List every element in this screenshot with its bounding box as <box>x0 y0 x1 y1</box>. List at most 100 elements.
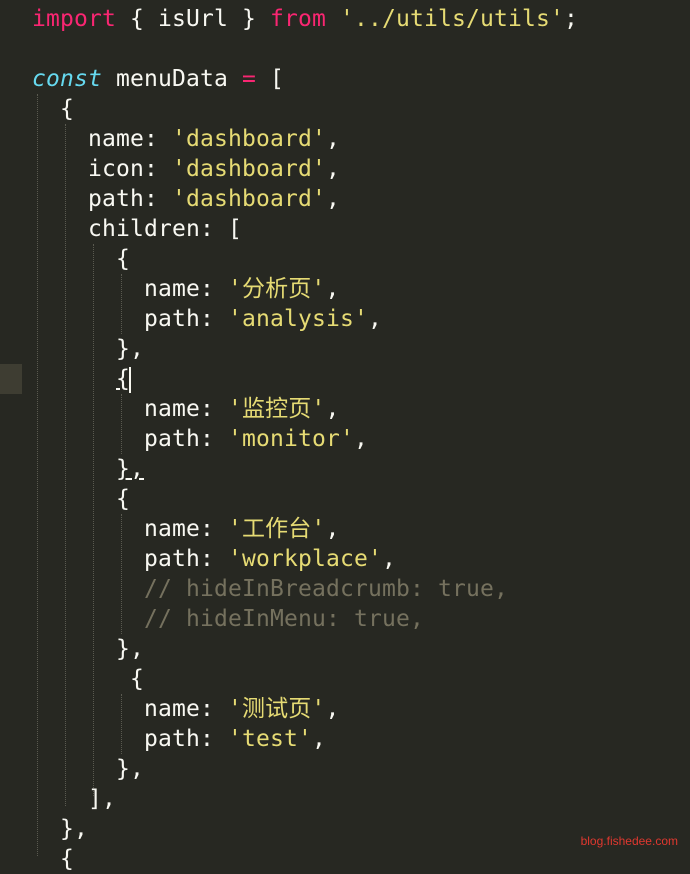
comma: , <box>325 516 340 542</box>
comment-text: hideInMenu: true, <box>186 606 424 632</box>
current-line-marker <box>0 364 22 394</box>
string-value: 'dashboard' <box>171 156 326 182</box>
string-value: '分析页' <box>227 276 326 302</box>
comma: , <box>367 306 382 332</box>
code-line: { <box>116 484 130 514</box>
object-open: { <box>60 846 74 872</box>
code-line: path: 'test', <box>144 724 326 754</box>
comma: , <box>353 426 368 452</box>
property-key: name: <box>144 696 228 722</box>
object-close: }, <box>116 636 144 662</box>
property-key: path: <box>144 546 228 572</box>
text-cursor <box>129 366 131 393</box>
import-brace-close: } <box>227 6 270 32</box>
property-key: name: <box>88 126 172 152</box>
code-line: name: '工作台', <box>144 514 339 544</box>
code-line: path: 'monitor', <box>144 424 368 454</box>
property-key: path: <box>88 186 172 212</box>
assign-operator: = <box>241 66 256 92</box>
semicolon: ; <box>563 6 578 32</box>
code-line: { <box>60 94 74 124</box>
array-open: [ <box>255 66 284 92</box>
comment-slash: // <box>144 606 186 632</box>
code-line-comment: // hideInBreadcrumb: true, <box>144 574 508 604</box>
string-value: 'analysis' <box>227 306 368 332</box>
property-key: name: <box>144 396 228 422</box>
code-line: name: '测试页', <box>144 694 339 724</box>
string-value: '测试页' <box>227 696 326 722</box>
object-open: { <box>116 246 130 272</box>
comma: , <box>381 546 396 572</box>
code-line: const menuData = [ <box>32 64 284 94</box>
watermark: blog.fishedee.com <box>580 834 678 848</box>
code-line: path: 'workplace', <box>144 544 396 574</box>
code-line: path: 'analysis', <box>144 304 382 334</box>
code-line: }, <box>60 814 88 844</box>
code-line: { <box>116 244 130 274</box>
indent-guide <box>121 694 122 754</box>
code-line-comment: // hideInMenu: true, <box>144 604 424 634</box>
object-close: }, <box>116 756 144 782</box>
gutter <box>0 0 22 856</box>
code-line: import { isUrl } from '../utils/utils'; <box>32 4 578 34</box>
comma: , <box>325 696 340 722</box>
string-value: '工作台' <box>227 516 326 542</box>
string-value: 'dashboard' <box>171 126 326 152</box>
object-close: }, <box>60 816 88 842</box>
property-key: path: <box>144 726 228 752</box>
code-editor[interactable]: import { isUrl } from '../utils/utils'; … <box>0 0 690 872</box>
import-identifier: isUrl <box>157 6 228 32</box>
indent-guide <box>121 514 122 634</box>
string-value: 'workplace' <box>227 546 382 572</box>
code-line: }, <box>116 634 144 664</box>
object-open: { <box>116 486 130 512</box>
import-path-string: '../utils/utils' <box>339 6 564 32</box>
property-key: path: <box>144 306 228 332</box>
const-keyword: const <box>32 66 102 92</box>
variable-name: menuData <box>102 66 242 92</box>
object-open: { <box>130 666 144 692</box>
code-line: icon: 'dashboard', <box>88 154 340 184</box>
code-line: name: '分析页', <box>144 274 339 304</box>
string-value: 'dashboard' <box>171 186 326 212</box>
code-line-current: { <box>116 364 131 394</box>
property-key: path: <box>144 426 228 452</box>
property-key: name: <box>144 516 228 542</box>
property-key: name: <box>144 276 228 302</box>
string-value: '监控页' <box>227 396 326 422</box>
from-keyword: from <box>269 6 326 32</box>
comment-text: hideInBreadcrumb: true, <box>186 576 508 602</box>
code-line: children: [ <box>88 214 242 244</box>
code-line: path: 'dashboard', <box>88 184 340 214</box>
code-line: name: 'dashboard', <box>88 124 340 154</box>
string-value: 'monitor' <box>227 426 354 452</box>
object-close-matched: }, <box>116 456 144 482</box>
property-key: icon: <box>88 156 172 182</box>
comma: , <box>325 276 340 302</box>
indent-guide <box>121 394 122 454</box>
comma: , <box>325 126 340 152</box>
object-close: }, <box>116 336 144 362</box>
import-brace-open: { <box>115 6 158 32</box>
string-value: 'test' <box>227 726 312 752</box>
comma: , <box>325 186 340 212</box>
comma: , <box>325 156 340 182</box>
indent-guide <box>93 244 94 796</box>
object-open: { <box>60 96 74 122</box>
code-line: }, <box>116 334 144 364</box>
comment-slash: // <box>144 576 186 602</box>
code-line: { <box>130 664 144 694</box>
comma: , <box>325 396 340 422</box>
indent-guide <box>121 274 122 334</box>
array-close: ], <box>88 786 116 812</box>
code-line: }, <box>116 454 144 484</box>
code-line: ], <box>88 784 116 814</box>
children-key: children: [ <box>88 216 242 242</box>
code-line: }, <box>116 754 144 784</box>
indent-guide <box>37 94 38 856</box>
object-open-matched: { <box>116 366 130 392</box>
import-keyword: import <box>32 6 116 32</box>
code-line: { <box>60 844 74 874</box>
comma: , <box>311 726 326 752</box>
code-line: name: '监控页', <box>144 394 339 424</box>
